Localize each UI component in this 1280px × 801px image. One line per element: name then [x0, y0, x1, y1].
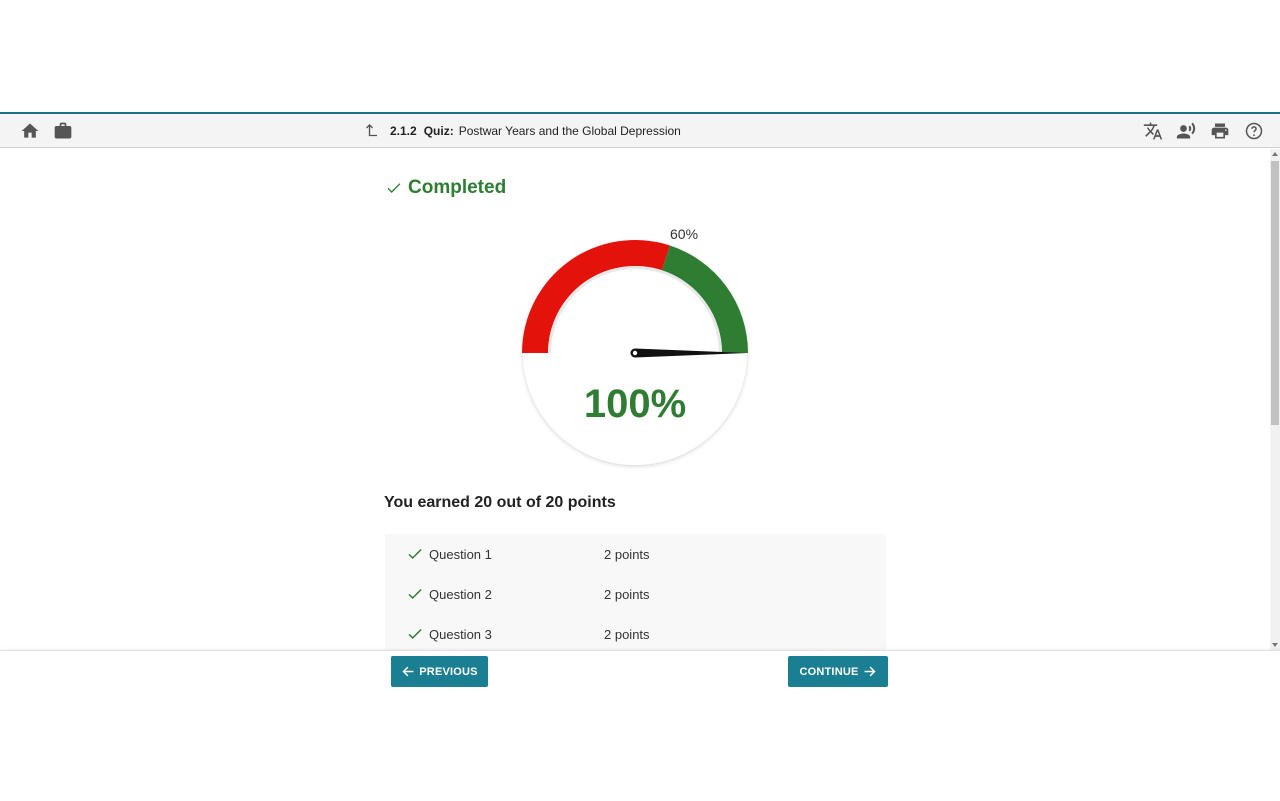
arrow-left-icon [402, 666, 414, 677]
read-aloud-icon[interactable] [1176, 121, 1196, 141]
previous-label: PREVIOUS [419, 665, 478, 678]
question-row[interactable]: Question 3 2 points [385, 614, 886, 650]
question-points: 2 points [604, 586, 650, 602]
completion-status: Completed [386, 177, 506, 199]
previous-button[interactable]: PREVIOUS [391, 656, 488, 687]
scroll-thumb[interactable] [1271, 161, 1279, 425]
arrow-right-icon [864, 666, 876, 677]
question-results-list: Question 1 2 points Question 2 2 points … [385, 534, 886, 650]
print-icon[interactable] [1210, 121, 1230, 141]
question-points: 2 points [604, 626, 650, 642]
breadcrumb-title: Postwar Years and the Global Depression [458, 124, 681, 138]
check-icon [408, 549, 422, 560]
scroll-down-arrow-icon[interactable] [1272, 643, 1278, 647]
up-level-icon[interactable] [362, 122, 380, 140]
question-points: 2 points [604, 546, 650, 562]
continue-label: CONTINUE [799, 665, 859, 678]
check-icon [387, 183, 401, 193]
briefcase-icon[interactable] [53, 121, 73, 141]
check-icon [408, 589, 422, 600]
gauge-needle-hub-center [632, 350, 638, 356]
score-gauge: 60% 100% [505, 224, 765, 474]
score-percentage: 100% [583, 382, 687, 426]
question-label: Question 2 [429, 586, 492, 602]
footer-nav: PREVIOUS CONTINUE [0, 650, 1280, 801]
pass-threshold-label: 60% [670, 226, 699, 242]
breadcrumb-number: 2.1.2 [390, 124, 417, 138]
translate-icon[interactable] [1143, 121, 1163, 141]
continue-button[interactable]: CONTINUE [788, 656, 888, 687]
breadcrumb-type: Quiz: [423, 124, 454, 138]
content-scrollbar[interactable] [1270, 149, 1280, 650]
question-label: Question 3 [429, 626, 492, 642]
question-row[interactable]: Question 1 2 points [385, 534, 886, 574]
question-label: Question 1 [429, 546, 492, 562]
quiz-results-panel: Completed 60% 100% You earned 20 out of … [0, 149, 1270, 650]
gauge-graphic [522, 240, 748, 465]
check-icon [408, 629, 422, 640]
question-row[interactable]: Question 2 2 points [385, 574, 886, 614]
breadcrumb: 2.1.2 Quiz: Postwar Years and the Global… [362, 114, 681, 148]
help-icon[interactable] [1244, 121, 1264, 141]
status-label: Completed [408, 177, 507, 198]
points-earned-text: You earned 20 out of 20 points [384, 494, 616, 511]
toolbar: 2.1.2 Quiz: Postwar Years and the Global… [0, 114, 1280, 148]
home-icon[interactable] [20, 121, 40, 141]
scroll-up-arrow-icon[interactable] [1272, 152, 1278, 156]
